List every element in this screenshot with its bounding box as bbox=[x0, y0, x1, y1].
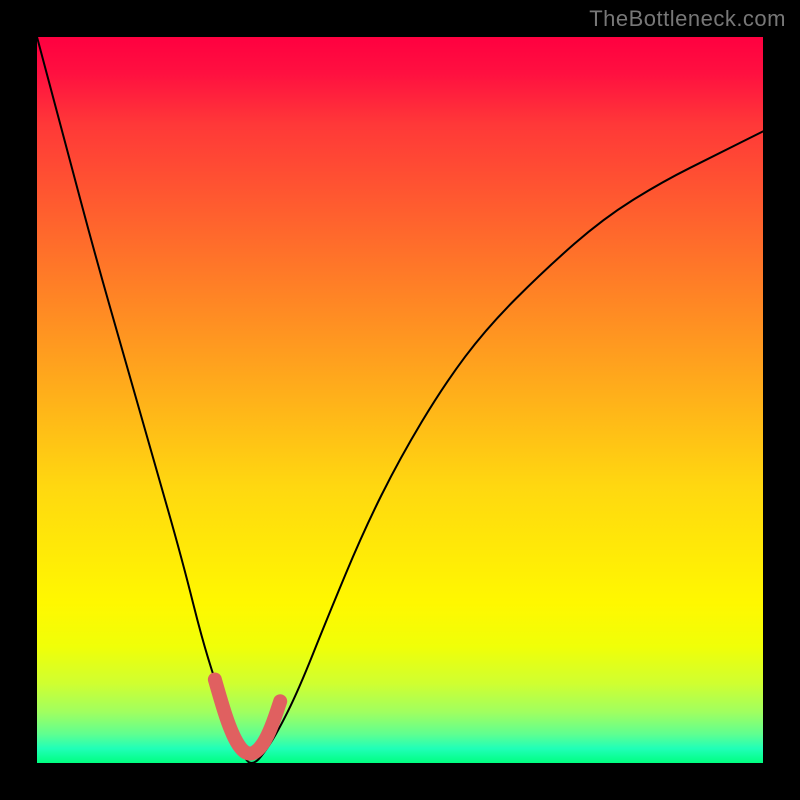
curves-layer bbox=[37, 37, 763, 763]
plot-area bbox=[37, 37, 763, 763]
watermark-text: TheBottleneck.com bbox=[589, 6, 786, 32]
valley-highlight bbox=[215, 680, 280, 754]
bottleneck-curve bbox=[37, 37, 763, 763]
chart-frame: TheBottleneck.com bbox=[0, 0, 800, 800]
